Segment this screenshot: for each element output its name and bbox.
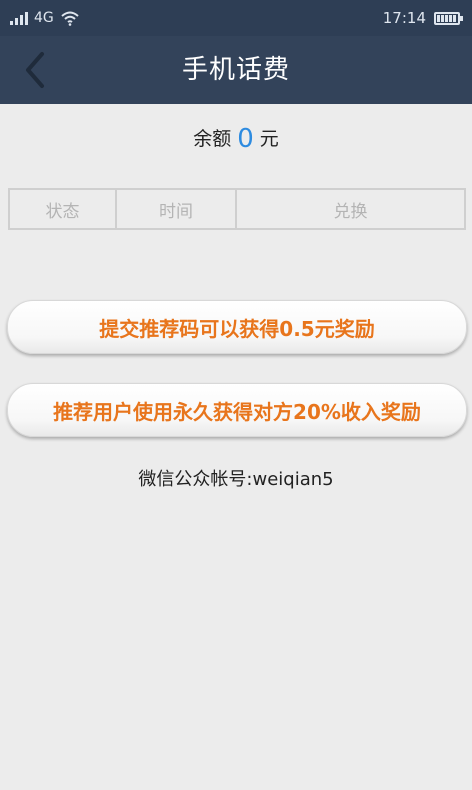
title-bar: 手机话费 bbox=[0, 36, 472, 104]
balance-value: 0 bbox=[237, 124, 254, 154]
status-right: 17:14 bbox=[382, 9, 463, 27]
wechat-account-text: 微信公众帐号:weiqian5 bbox=[138, 469, 334, 490]
balance-unit: 元 bbox=[259, 128, 279, 150]
chevron-left-icon bbox=[26, 52, 44, 88]
battery-icon bbox=[434, 11, 463, 25]
wifi-icon bbox=[61, 11, 79, 26]
balance-display: 余额 0 元 bbox=[0, 124, 472, 154]
status-left: 4G bbox=[10, 9, 80, 27]
column-exchange: 兑换 bbox=[235, 190, 464, 228]
referral-reward-button[interactable]: 推荐用户使用永久获得对方20%收入奖励 bbox=[7, 383, 467, 437]
status-bar: 4G 17:14 bbox=[0, 0, 472, 36]
page-title: 手机话费 bbox=[181, 55, 290, 85]
submit-referral-code-button[interactable]: 提交推荐码可以获得0.5元奖励 bbox=[7, 300, 467, 354]
network-type: 4G bbox=[34, 10, 54, 26]
clock: 17:14 bbox=[382, 9, 426, 27]
balance-label: 余额 bbox=[193, 128, 232, 150]
column-time: 时间 bbox=[115, 190, 235, 228]
back-button[interactable] bbox=[18, 48, 58, 92]
column-status: 状态 bbox=[45, 201, 80, 222]
record-table-header: 状态 时间 兑换 bbox=[8, 188, 466, 230]
signal-icon bbox=[10, 11, 28, 25]
